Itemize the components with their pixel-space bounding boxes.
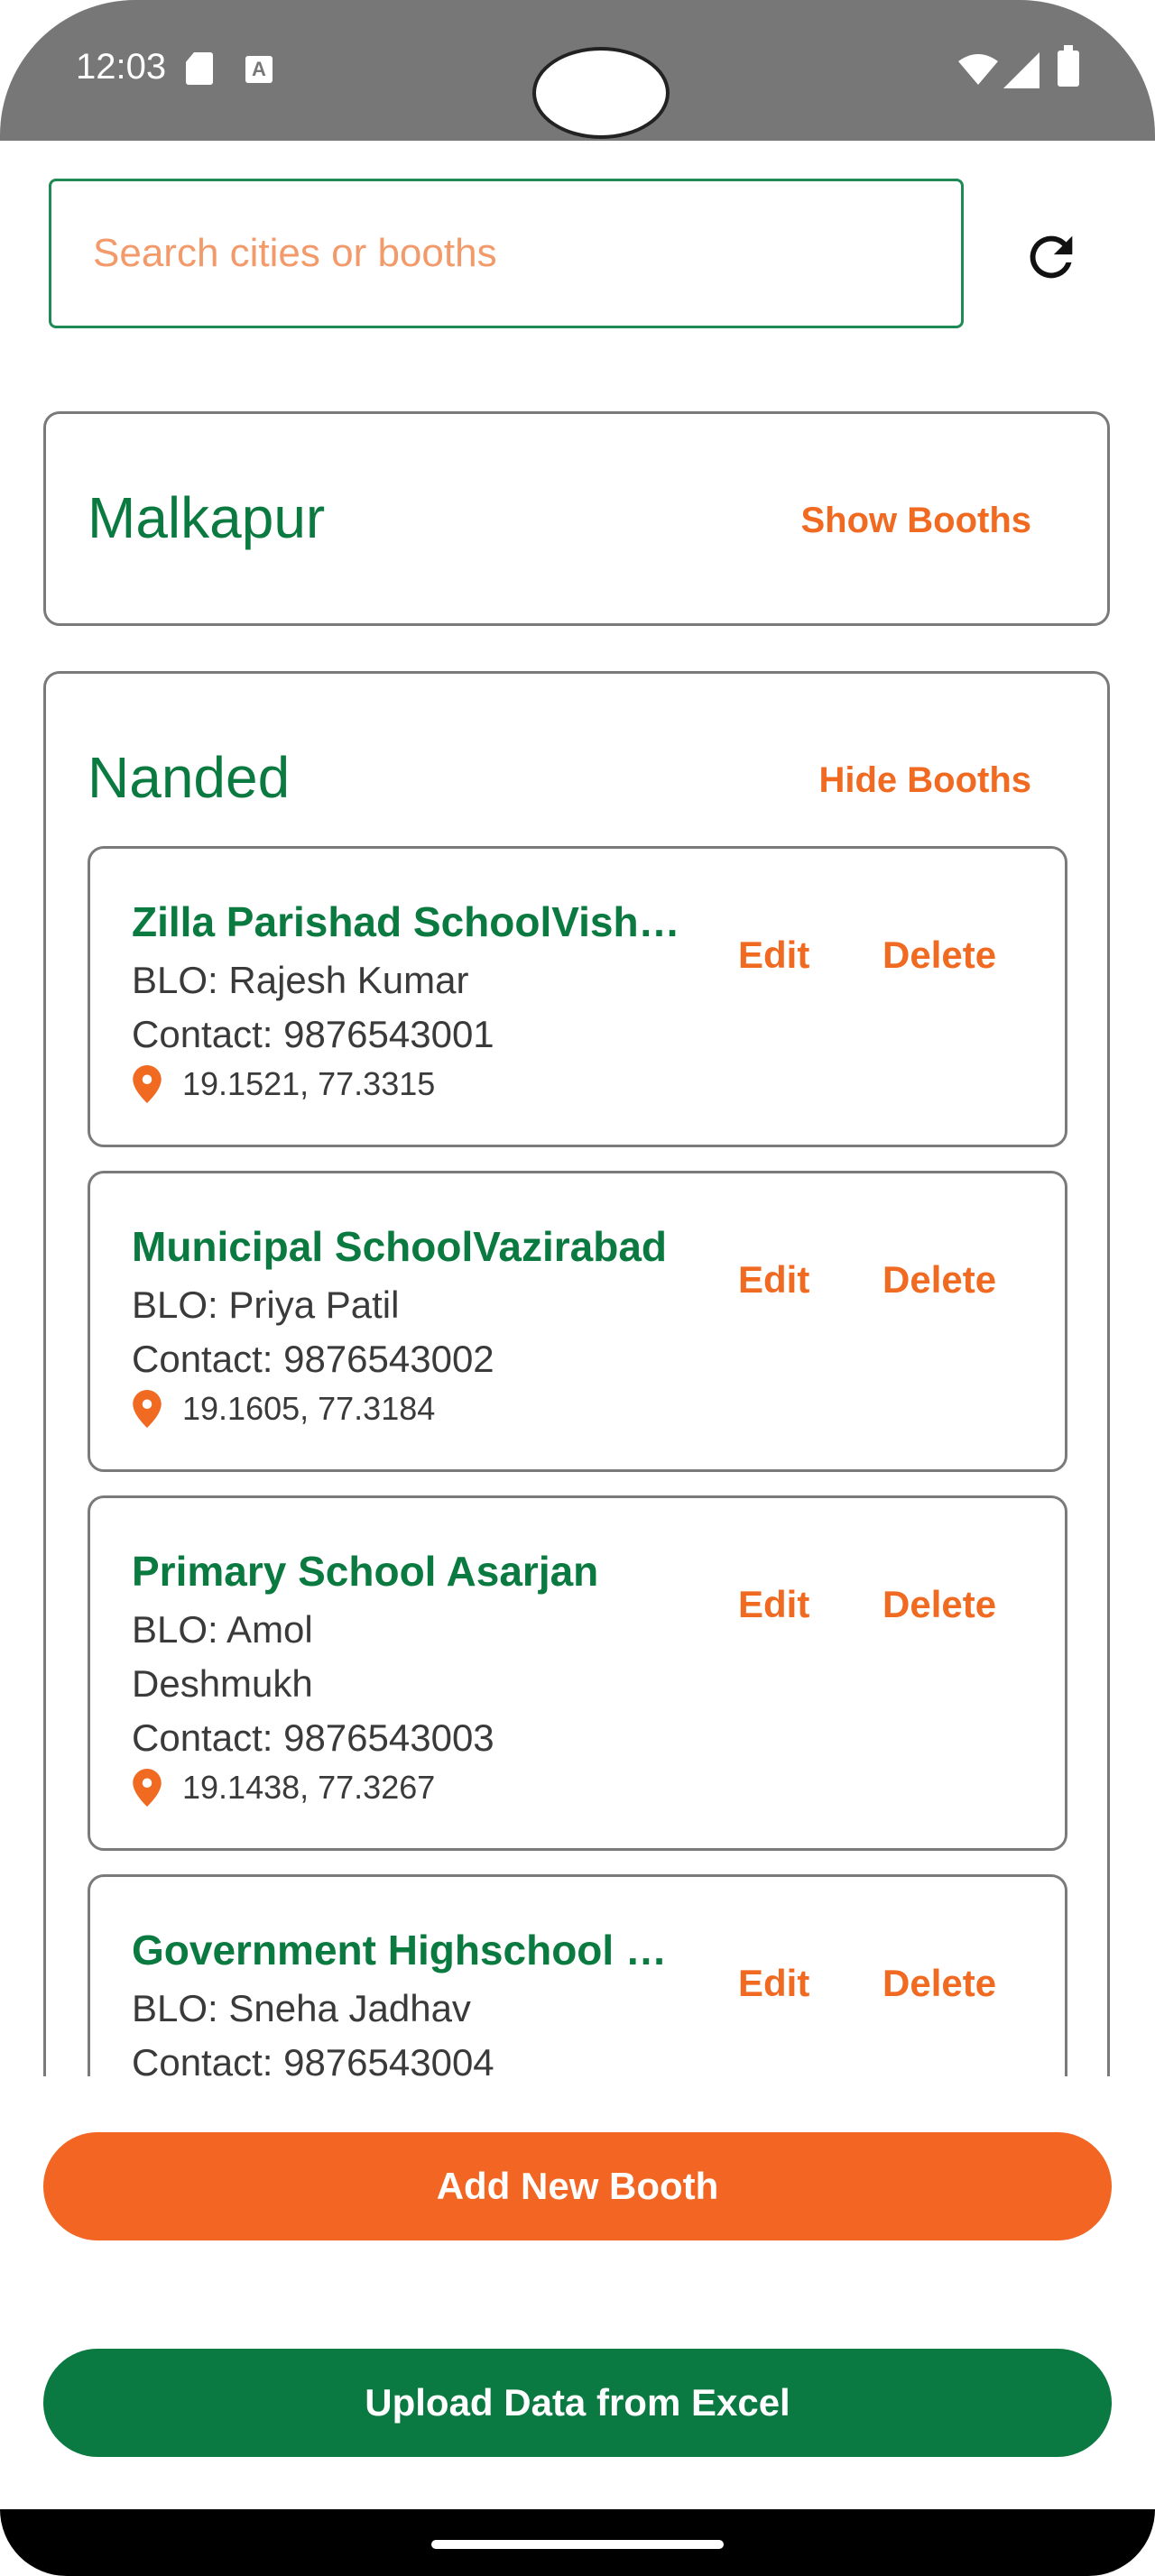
booth-blo-continued: Deshmukh — [132, 1662, 313, 1705]
show-booths-button[interactable]: Show Booths — [800, 501, 1031, 541]
search-input[interactable] — [51, 181, 961, 326]
hide-booths-button[interactable]: Hide Booths — [818, 760, 1031, 801]
booth-name: Municipal SchoolVazirabad — [132, 1223, 668, 1270]
booth-blo: BLO: Rajesh Kumar — [132, 959, 469, 1001]
refresh-icon[interactable] — [1020, 225, 1083, 289]
booth-name: Zilla Parishad SchoolVishnupuri — [132, 898, 691, 945]
delete-button[interactable]: Delete — [882, 1258, 996, 1302]
booth-coordinates: 19.1605, 77.3184 — [132, 1390, 435, 1428]
location-pin-icon — [133, 1769, 162, 1807]
bottom-action-panel: Add New Booth Upload Data from Excel — [0, 2076, 1155, 2509]
edit-button[interactable]: Edit — [738, 1258, 809, 1302]
search-field[interactable] — [49, 179, 964, 328]
booth-contact: Contact: 9876543002 — [132, 1338, 494, 1380]
keyboard-a-icon: A — [245, 56, 273, 83]
booth-coordinates: 19.1521, 77.3315 — [132, 1065, 435, 1103]
coordinates-text: 19.1605, 77.3184 — [182, 1390, 436, 1427]
city-card-malkapur: Malkapur Show Booths — [43, 411, 1110, 626]
sd-card-icon — [186, 52, 213, 85]
coordinates-text: 19.1521, 77.3315 — [182, 1065, 436, 1102]
edit-button[interactable]: Edit — [738, 934, 809, 977]
status-time: 12:03 — [76, 47, 167, 87]
add-new-booth-button[interactable]: Add New Booth — [43, 2132, 1112, 2240]
booth-card: Zilla Parishad SchoolVishnupuri BLO: Raj… — [88, 846, 1067, 1147]
camera-cutout — [532, 47, 670, 139]
booth-card: Municipal SchoolVazirabad BLO: Priya Pat… — [88, 1171, 1067, 1472]
upload-excel-button[interactable]: Upload Data from Excel — [43, 2349, 1112, 2457]
navigation-bar — [0, 2509, 1155, 2576]
booth-coordinates: 19.1438, 77.3267 — [132, 1769, 435, 1807]
booth-blo: BLO: Priya Patil — [132, 1283, 400, 1326]
battery-icon — [1058, 45, 1079, 87]
booth-card: Primary School Asarjan BLO: Amol Deshmuk… — [88, 1495, 1067, 1851]
booth-blo: BLO: Sneha Jadhav — [132, 1987, 471, 2029]
city-name: Malkapur — [88, 485, 326, 550]
booth-contact: Contact: 9876543001 — [132, 1013, 494, 1055]
booth-contact: Contact: 9876543003 — [132, 1716, 494, 1759]
delete-button[interactable]: Delete — [882, 1962, 996, 2005]
booth-blo: BLO: Amol — [132, 1608, 313, 1651]
signal-icon — [1003, 52, 1040, 88]
edit-button[interactable]: Edit — [738, 1962, 809, 2005]
location-pin-icon — [133, 1065, 162, 1103]
city-card-nanded: Nanded Hide Booths Zilla Parishad School… — [43, 671, 1110, 2204]
location-pin-icon — [133, 1390, 162, 1428]
edit-button[interactable]: Edit — [738, 1583, 809, 1626]
delete-button[interactable]: Delete — [882, 1583, 996, 1626]
coordinates-text: 19.1438, 77.3267 — [182, 1769, 436, 1806]
booth-name: Primary School Asarjan — [132, 1548, 599, 1595]
wifi-icon — [958, 54, 998, 85]
booth-name: Government Highschool Dhanegaon — [132, 1927, 691, 1973]
city-name: Nanded — [88, 745, 291, 810]
status-bar: 12:03 A — [0, 0, 1155, 141]
delete-button[interactable]: Delete — [882, 934, 996, 977]
home-indicator[interactable] — [431, 2540, 724, 2549]
